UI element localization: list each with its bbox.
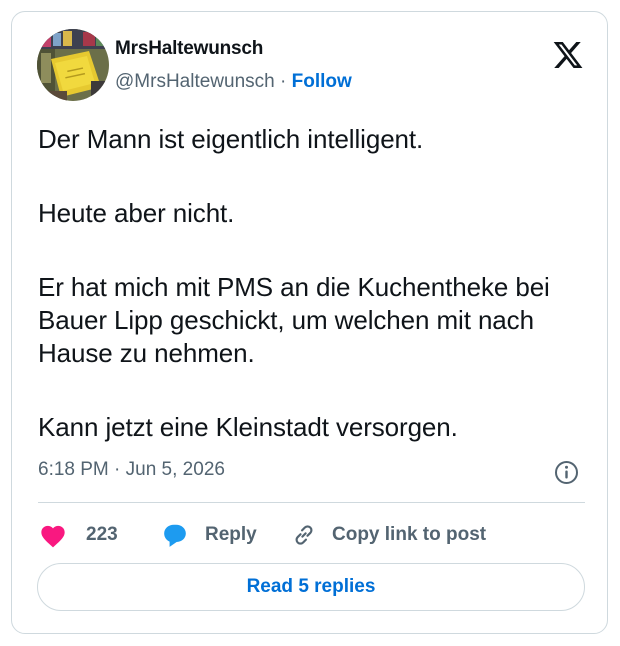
author-display-name[interactable]: MrsHaltewunsch <box>115 38 263 60</box>
tweet-card: MrsHaltewunsch @MrsHaltewunsch · Follow … <box>11 11 608 634</box>
like-button[interactable]: 223 <box>39 520 118 550</box>
divider <box>38 502 585 503</box>
read-replies-button[interactable]: Read 5 replies <box>37 563 585 611</box>
avatar[interactable] <box>37 29 109 101</box>
x-logo-icon[interactable] <box>551 39 585 71</box>
like-count: 223 <box>86 524 118 545</box>
heart-icon <box>41 525 65 548</box>
reply-button[interactable]: Reply <box>162 520 257 550</box>
tweet-timestamp[interactable]: 6:18 PM · Jun 5, 2026 <box>38 459 225 481</box>
tweet-text: Der Mann ist eigentlich intelligent. Heu… <box>38 123 593 444</box>
info-icon[interactable] <box>554 460 579 485</box>
copy-link-label: Copy link to post <box>332 524 487 545</box>
author-handle[interactable]: @MrsHaltewunsch <box>115 71 275 92</box>
follow-button[interactable]: Follow <box>292 71 352 92</box>
tweet-paragraph: Er hat mich mit PMS an die Kuchentheke b… <box>38 272 550 368</box>
avatar-image <box>37 29 109 101</box>
speech-bubble-icon <box>164 524 186 547</box>
tweet-paragraph: Der Mann ist eigentlich intelligent. <box>38 124 424 154</box>
tweet-paragraph: Heute aber nicht. <box>38 198 235 228</box>
separator-dot: · <box>280 71 287 92</box>
reply-label: Reply <box>205 524 257 545</box>
author-handle-line: @MrsHaltewunsch · Follow <box>115 71 352 93</box>
link-icon <box>295 525 313 545</box>
copy-link-button[interactable]: Copy link to post <box>291 520 486 550</box>
tweet-paragraph: Kann jetzt eine Kleinstadt versorgen. <box>38 412 458 442</box>
